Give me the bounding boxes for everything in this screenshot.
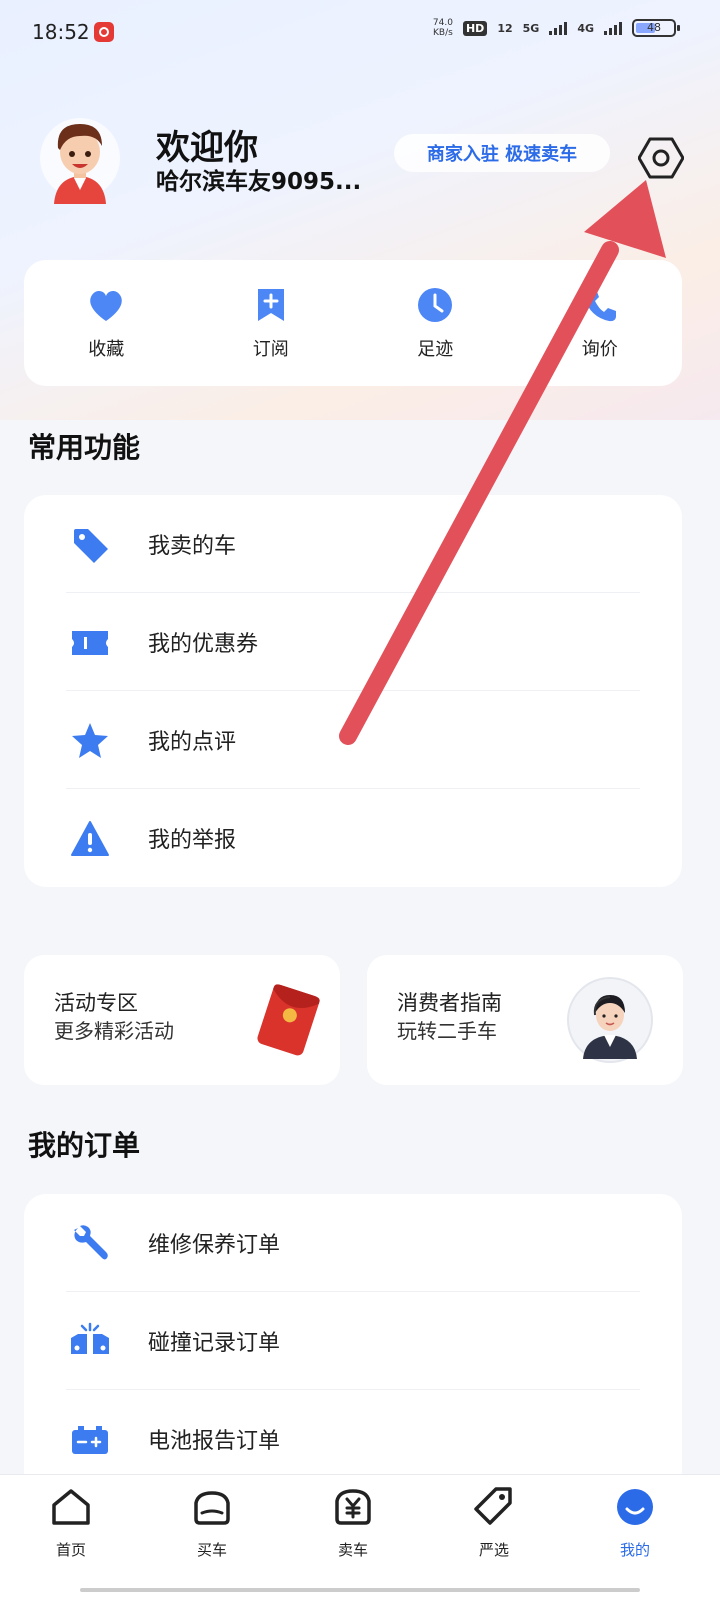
bottom-tab-bar: 首页 买车 卖车 严选 我的 — [0, 1474, 720, 1601]
network-speed-unit: KB/s — [433, 28, 453, 38]
home-icon — [52, 1489, 90, 1525]
quick-action-label: 足迹 — [417, 339, 454, 360]
signal-4g-label: 4G — [577, 21, 594, 35]
star-icon — [72, 723, 108, 758]
promo-subtitle: 更多精彩活动 — [54, 1019, 174, 1043]
tab-label: 卖车 — [337, 1541, 368, 1559]
status-bar: 18:52 74.0 KB/s HD 12 5G 4G 48 — [0, 0, 720, 64]
status-indicators: 74.0 KB/s HD 12 5G 4G 48 — [433, 18, 680, 38]
customer-service-avatar-icon — [567, 977, 653, 1063]
quick-action-label: 订阅 — [252, 339, 289, 360]
sim-indicator: 12 — [497, 22, 512, 35]
warning-icon — [71, 821, 109, 856]
network-speed-value: 74.0 — [432, 18, 453, 28]
tab-label: 买车 — [196, 1541, 227, 1559]
sim1-label: 1 — [497, 21, 505, 35]
list-item-my-reviews[interactable]: 我的点评 — [24, 691, 682, 789]
tab-mine[interactable]: 我的 — [590, 1485, 680, 1560]
netease-music-icon — [94, 22, 114, 42]
signal-5g-bars-icon — [549, 21, 568, 35]
list-item-label: 维修保养订单 — [148, 1233, 281, 1258]
car-icon — [194, 1491, 230, 1525]
battery-icon — [72, 1426, 108, 1454]
tab-home[interactable]: 首页 — [26, 1485, 116, 1560]
battery-level: 48 — [647, 21, 661, 34]
network-speed: 74.0 KB/s — [433, 18, 453, 38]
home-indicator — [80, 1588, 640, 1592]
status-time: 18:52 — [32, 20, 90, 44]
tab-buy-car[interactable]: 买车 — [167, 1485, 257, 1560]
tab-selected[interactable]: 严选 — [449, 1485, 539, 1560]
quick-actions-card: 收藏 订阅 足迹 询价 — [24, 260, 682, 386]
my-orders-card: 维修保养订单 碰撞记录订单 电池报告订单 — [24, 1194, 682, 1474]
list-item-collision-orders[interactable]: 碰撞记录订单 — [24, 1292, 682, 1390]
clock-icon — [418, 288, 453, 322]
list-item-label: 电池报告订单 — [148, 1429, 281, 1454]
sim2-label: 2 — [504, 21, 513, 35]
wrench-icon — [74, 1225, 108, 1260]
signal-5g-label: 5G — [522, 21, 540, 35]
heart-icon — [90, 290, 123, 321]
list-item-my-reports[interactable]: 我的举报 — [24, 789, 682, 887]
tab-label: 我的 — [619, 1541, 650, 1559]
common-functions-title: 常用功能 — [28, 431, 141, 464]
promo-title: 活动专区 — [54, 991, 138, 1015]
list-item-maintenance-orders[interactable]: 维修保养订单 — [24, 1194, 682, 1292]
list-item-my-sold-cars[interactable]: 我卖的车 — [24, 495, 682, 593]
quick-action-inquiry[interactable]: 询价 — [540, 285, 660, 361]
merchant-join-button[interactable]: 商家入驻 极速卖车 — [394, 134, 610, 172]
list-item-my-coupons[interactable]: 我的优惠券 — [24, 593, 682, 691]
promo-card-consumer-guide[interactable]: 消费者指南 玩转二手车 — [367, 955, 683, 1085]
quick-action-favorites[interactable]: 收藏 — [46, 285, 166, 361]
my-orders-title: 我的订单 — [28, 1129, 141, 1162]
list-item-label: 我卖的车 — [148, 534, 237, 559]
avatar[interactable] — [40, 112, 120, 204]
coupon-icon — [72, 631, 108, 655]
settings-icon[interactable] — [637, 135, 685, 181]
list-item-label: 碰撞记录订单 — [148, 1331, 281, 1356]
quick-action-label: 询价 — [581, 339, 618, 360]
phone-icon — [583, 289, 616, 322]
tag-outline-icon — [474, 1487, 512, 1525]
tag-icon — [74, 529, 108, 563]
username: 哈尔滨车友9095... — [156, 169, 362, 195]
promo-card-activities[interactable]: 活动专区 更多精彩活动 — [24, 955, 340, 1085]
red-envelope-icon — [257, 984, 320, 1056]
signal-4g-bars-icon — [604, 21, 622, 35]
list-item-label: 我的举报 — [148, 828, 237, 853]
quick-action-history[interactable]: 足迹 — [375, 285, 495, 361]
promo-title: 消费者指南 — [397, 991, 502, 1015]
hd-icon: HD — [462, 20, 488, 36]
quick-action-label: 收藏 — [88, 339, 125, 360]
list-item-label: 我的点评 — [148, 730, 237, 755]
tab-label: 首页 — [55, 1541, 86, 1559]
bookmark-plus-icon — [257, 289, 284, 321]
profile-icon — [617, 1489, 653, 1525]
quick-action-subscribe[interactable]: 订阅 — [211, 285, 331, 361]
tab-label: 严选 — [478, 1541, 509, 1559]
promo-subtitle: 玩转二手车 — [397, 1019, 497, 1043]
battery-icon: 48 — [632, 19, 680, 37]
tab-sell-car[interactable]: 卖车 — [308, 1485, 398, 1560]
collision-car-icon — [71, 1322, 109, 1354]
common-functions-card: 我卖的车 我的优惠券 我的点评 我的举报 — [24, 495, 682, 887]
list-item-label: 我的优惠券 — [148, 632, 259, 657]
yuan-sell-icon — [335, 1489, 371, 1525]
